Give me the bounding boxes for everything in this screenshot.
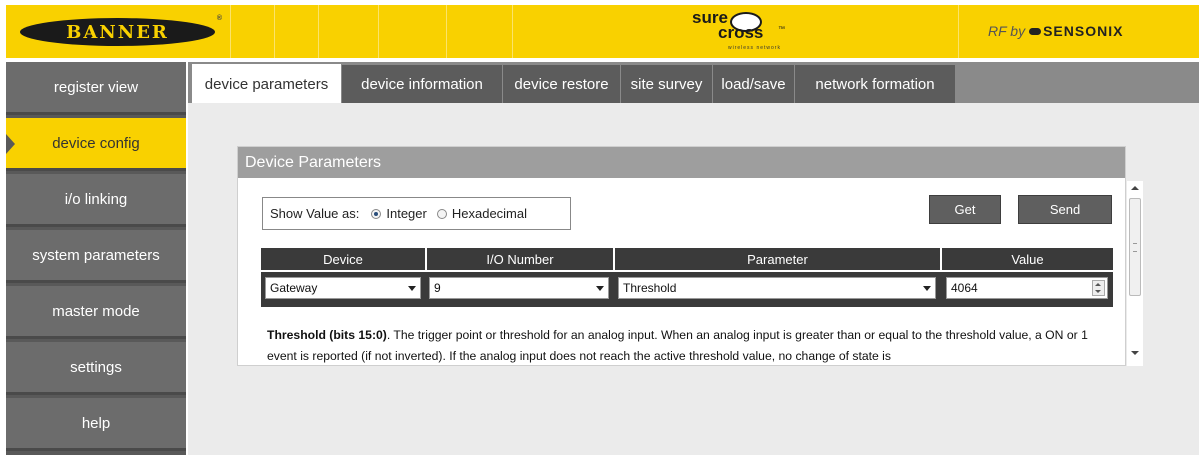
sidebar-item-register-view[interactable]: register view [6, 62, 186, 115]
surecross-logo-subtitle: wireless network [728, 45, 781, 51]
header-divider [446, 5, 447, 58]
sidebar-item-label: settings [70, 358, 122, 376]
description-heading: Threshold (bits 15:0) [267, 328, 387, 342]
panel-title: Device Parameters [238, 147, 1125, 178]
trademark-mark: ™ [778, 26, 785, 33]
sidebar-item-label: device config [52, 134, 140, 152]
column-header-value: Value [1011, 251, 1044, 267]
sidebar-item-system-parameters[interactable]: system parameters [6, 230, 186, 283]
surecross-logo-cross: cross [718, 23, 764, 42]
scroll-thumb[interactable] [1129, 198, 1141, 296]
rf-by-text: RF by [988, 23, 1026, 39]
parameter-select[interactable]: Threshold [618, 277, 936, 299]
sensonix-text: SENSONIX [1043, 23, 1124, 39]
spinner-icon[interactable] [1092, 280, 1105, 296]
scroll-down-icon[interactable] [1131, 351, 1139, 355]
sidebar-item-help[interactable]: help [6, 398, 186, 451]
column-header-device: Device [261, 248, 427, 270]
integer-radio-label[interactable]: Integer [386, 206, 426, 221]
tab-network-formation[interactable]: network formation [795, 65, 956, 103]
sensonix-mark-icon [1029, 28, 1042, 36]
header-divider [230, 5, 231, 58]
get-button[interactable]: Get [929, 195, 1001, 224]
tab-label: device information [361, 75, 483, 93]
tab-device-parameters[interactable]: device parameters [192, 64, 342, 105]
chevron-down-icon [408, 286, 416, 291]
sidebar-item-label: register view [53, 78, 139, 96]
column-header-parameter: Parameter [615, 248, 942, 270]
surecross-logo: sure cross ™ wireless network [686, 8, 826, 56]
header-divider [958, 5, 959, 58]
sidebar-item-master-mode[interactable]: master mode [6, 286, 186, 339]
column-header-io-number: I/O Number [427, 248, 615, 270]
sidebar-item-label: system parameters [32, 246, 160, 264]
io-number-select-value: 9 [434, 281, 441, 295]
device-select-value: Gateway [270, 281, 318, 295]
scroll-up-icon[interactable] [1131, 186, 1139, 190]
sidebar-item-settings[interactable]: settings [6, 342, 186, 395]
parameter-select-value: Threshold [623, 281, 677, 295]
description-text: . The trigger point or threshold for an … [267, 328, 1088, 363]
header-divider [318, 5, 319, 58]
banner-logo-text: BANNER [66, 21, 169, 43]
device-parameters-panel: Device Parameters Show Value as: Integer… [237, 146, 1126, 366]
show-value-as-group: Show Value as: Integer Hexadecimal [262, 197, 571, 230]
tab-site-survey[interactable]: site survey [621, 65, 713, 103]
table-header: Device I/O Number Parameter Value [261, 248, 1113, 270]
chevron-down-icon [596, 286, 604, 291]
header-divider [512, 5, 513, 58]
show-value-label: Show Value as: [270, 206, 360, 221]
hexadecimal-radio-label[interactable]: Hexadecimal [452, 206, 527, 221]
sidebar-item-device-config[interactable]: device config [6, 118, 186, 171]
get-button-label: Get [954, 202, 976, 217]
io-number-select[interactable]: 9 [429, 277, 609, 299]
integer-radio[interactable] [371, 208, 382, 219]
panel-scrollbar[interactable] [1127, 181, 1143, 366]
hexadecimal-radio[interactable] [436, 208, 447, 219]
sidebar: register view device config i/o linking … [6, 62, 186, 455]
tab-device-restore[interactable]: device restore [503, 65, 621, 103]
sensonix-logo: RF by SENSONIX [988, 23, 1123, 39]
tab-label: device restore [514, 75, 609, 93]
parameter-description: Threshold (bits 15:0). The trigger point… [267, 325, 1107, 365]
table-row: Gateway 9 Threshold 4064 [261, 272, 1113, 307]
registered-mark: ® [216, 15, 222, 22]
sidebar-item-io-linking[interactable]: i/o linking [6, 174, 186, 227]
tab-bar: device parameters device information dev… [188, 62, 1199, 105]
send-button[interactable]: Send [1018, 195, 1112, 224]
sidebar-item-label: help [81, 414, 111, 432]
tab-label: site survey [630, 75, 703, 93]
header-divider [378, 5, 379, 58]
send-button-label: Send [1049, 202, 1081, 217]
tab-label: device parameters [204, 76, 329, 93]
banner-logo: BANNER ® [20, 15, 222, 46]
sidebar-item-label: master mode [52, 302, 140, 320]
tab-device-information[interactable]: device information [342, 65, 503, 103]
tab-load-save[interactable]: load/save [713, 65, 795, 103]
value-input[interactable]: 4064 [946, 277, 1108, 299]
tab-label: network formation [815, 75, 935, 93]
chevron-down-icon [923, 286, 931, 291]
device-select[interactable]: Gateway [265, 277, 421, 299]
value-input-text: 4064 [951, 281, 978, 295]
header-divider [274, 5, 275, 58]
app-header: BANNER ® sure cross ™ wireless network R… [6, 5, 1199, 58]
tab-label: load/save [721, 75, 786, 93]
sidebar-item-label: i/o linking [64, 190, 128, 208]
